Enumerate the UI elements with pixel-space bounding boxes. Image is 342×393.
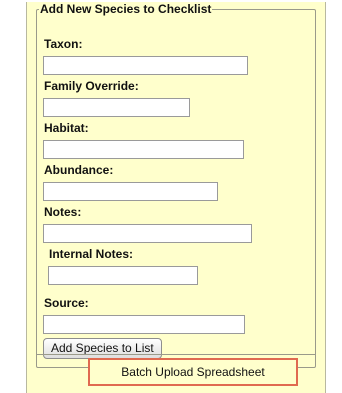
family-override-label: Family Override:: [44, 79, 139, 93]
internal-notes-label: Internal Notes:: [49, 247, 134, 261]
habitat-label: Habitat:: [44, 121, 89, 135]
divider: [36, 354, 316, 355]
abundance-input[interactable]: [43, 182, 218, 201]
source-label: Source:: [44, 296, 89, 310]
batch-upload-button[interactable]: Batch Upload Spreadsheet: [88, 358, 298, 386]
habitat-input[interactable]: [43, 140, 244, 159]
page: Add New Species to Checklist Taxon: Fami…: [0, 0, 342, 393]
checklist-panel: Add New Species to Checklist Taxon: Fami…: [26, 2, 326, 393]
family-override-input[interactable]: [43, 98, 190, 117]
notes-label: Notes:: [44, 205, 82, 219]
source-input[interactable]: [43, 315, 245, 334]
form-legend: Add New Species to Checklist: [40, 2, 212, 16]
add-species-form: Add New Species to Checklist Taxon: Fami…: [36, 2, 316, 368]
taxon-label: Taxon:: [44, 37, 83, 51]
notes-input[interactable]: [43, 224, 252, 243]
add-species-button[interactable]: Add Species to List: [43, 338, 162, 359]
taxon-input[interactable]: [43, 56, 248, 75]
abundance-label: Abundance:: [44, 163, 114, 177]
internal-notes-input[interactable]: [48, 266, 198, 285]
